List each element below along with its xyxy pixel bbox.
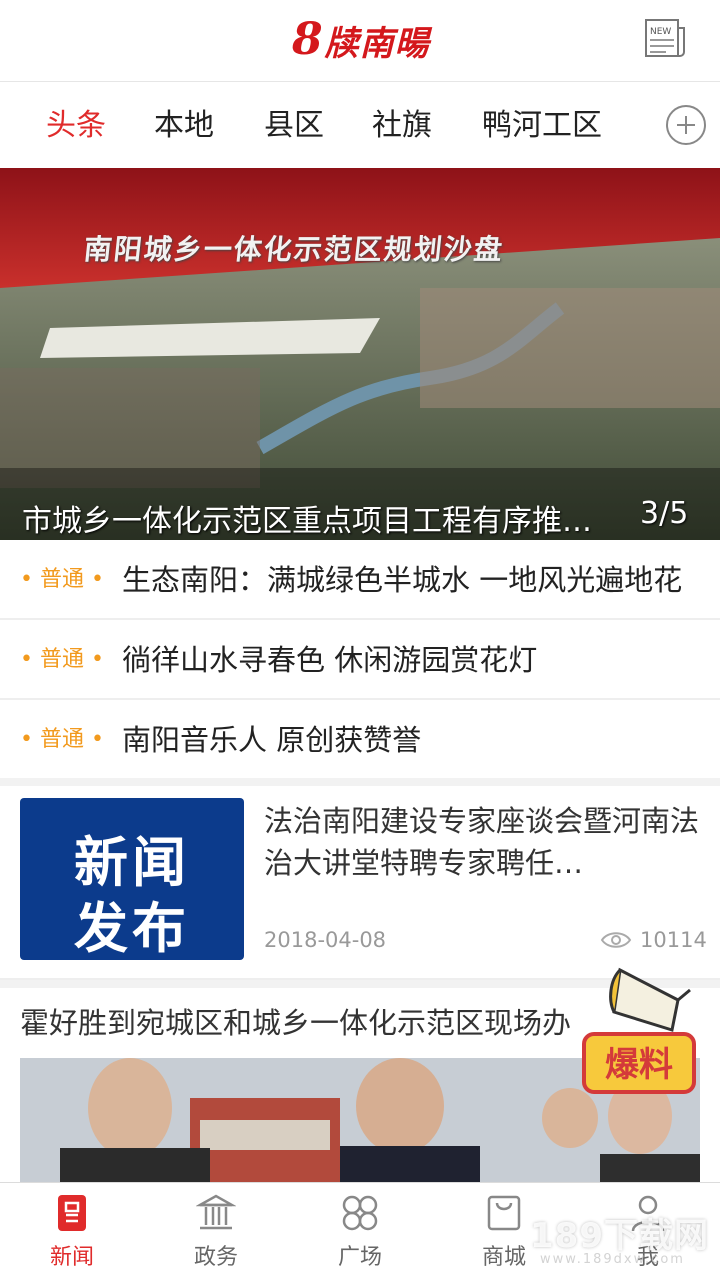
thumbnail-line-2: 发布 xyxy=(74,897,190,960)
hero-carousel[interactable]: 南阳城乡一体化示范区规划沙盘 市城乡一体化示范区重点项目工程有序推… 3/5 xyxy=(0,168,720,540)
nav-label: 广场 xyxy=(337,1245,382,1270)
government-icon xyxy=(196,1194,236,1230)
nav-square[interactable]: 广场 xyxy=(288,1183,432,1280)
news-tag: • 普通 • xyxy=(20,567,104,592)
report-badge[interactable]: 爆料 xyxy=(580,960,698,1100)
list-item[interactable]: • 普通 • 南阳音乐人 原创获赞誉 xyxy=(0,700,720,780)
tab-county[interactable]: 县区 xyxy=(264,106,324,146)
logo-mark: 8 xyxy=(292,14,323,65)
app-logo: 8 牍南暘 xyxy=(292,8,432,72)
news-title: 南阳音乐人 原创获赞誉 xyxy=(122,723,422,757)
tab-headlines[interactable]: 头条 xyxy=(46,106,106,146)
news-tag: • 普通 • xyxy=(20,647,104,672)
card-date: 2018-04-08 xyxy=(264,928,387,952)
hero-caption: 市城乡一体化示范区重点项目工程有序推… xyxy=(22,504,592,539)
nav-label: 政务 xyxy=(193,1245,238,1270)
watermark-url: www.189dxw.com xyxy=(540,1252,685,1267)
tab-local[interactable]: 本地 xyxy=(154,106,214,146)
tab-yahe[interactable]: 鸭河工区 xyxy=(482,106,602,146)
logo-text: 牍南暘 xyxy=(324,23,430,64)
news-icon-label: NEW xyxy=(650,27,671,37)
app-header: 8 牍南暘 NEW xyxy=(0,0,720,82)
news-title: 徜徉山水寻春色 休闲游园赏花灯 xyxy=(122,643,538,677)
shop-icon xyxy=(487,1195,521,1231)
news-title: 生态南阳：满城绿色半城水 一地风光遍地花 xyxy=(122,563,683,597)
view-count-value: 10114 xyxy=(640,928,707,952)
eye-icon xyxy=(600,932,632,948)
nav-news[interactable]: 新闻 xyxy=(0,1183,144,1280)
view-count: 10114 xyxy=(600,926,707,954)
news-icon xyxy=(58,1195,86,1231)
plus-circle-icon[interactable] xyxy=(666,105,706,145)
list-item[interactable]: • 普通 • 徜徉山水寻春色 休闲游园赏花灯 xyxy=(0,620,720,700)
card-title: 法治南阳建设专家座谈会暨河南法治大讲堂特聘专家聘任… xyxy=(264,804,700,880)
square-icon xyxy=(342,1195,378,1231)
hero-image xyxy=(0,168,720,540)
megaphone-icon xyxy=(609,967,691,1032)
news-tag: • 普通 • xyxy=(20,727,104,752)
hero-counter: 3/5 xyxy=(640,496,689,531)
nav-label: 新闻 xyxy=(49,1245,94,1270)
hero-overlay-title: 南阳城乡一体化示范区规划沙盘 xyxy=(82,233,506,266)
news-thumbnail: 新闻 发布 xyxy=(20,798,244,960)
newspaper-icon[interactable]: NEW xyxy=(642,14,690,62)
article-title[interactable]: 霍好胜到宛城区和城乡一体化示范区现场办 xyxy=(20,1000,620,1042)
tab-sheqi[interactable]: 社旗 xyxy=(372,106,432,146)
nav-government[interactable]: 政务 xyxy=(144,1183,288,1280)
category-tabs: 头条 本地 县区 社旗 鸭河工区 xyxy=(0,82,720,168)
news-card[interactable]: 新闻 发布 法治南阳建设专家座谈会暨河南法治大讲堂特聘专家聘任… 2018-04… xyxy=(0,786,720,980)
section-divider xyxy=(0,778,720,786)
watermark: 189下载网 xyxy=(530,1216,709,1256)
badge-label: 爆料 xyxy=(605,1045,673,1085)
list-item[interactable]: • 普通 • 生态南阳：满城绿色半城水 一地风光遍地花 xyxy=(0,540,720,620)
